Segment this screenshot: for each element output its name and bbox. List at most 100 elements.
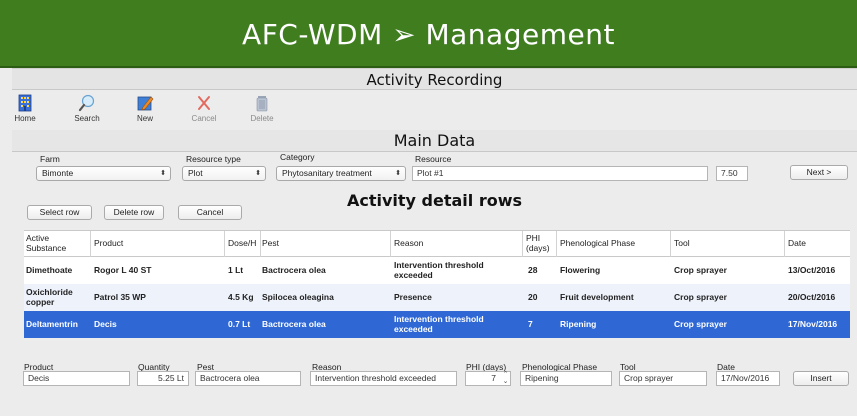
cell-phi: 20 xyxy=(528,291,538,302)
cell-product: Patrol 35 WP xyxy=(94,291,146,302)
table-row[interactable]: Dimethoate Rogor L 40 ST 1 Lt Bactrocera… xyxy=(24,257,850,284)
table-header: Active Substance Product Dose/H Pest Rea… xyxy=(24,231,850,257)
resource-field[interactable]: Plot #1 xyxy=(412,166,708,181)
updown-arrows-icon: ⬍ xyxy=(160,170,166,177)
new-button[interactable]: New xyxy=(120,92,170,123)
quantity-field[interactable]: 5.25 Lt xyxy=(137,371,189,386)
cell-phi: 28 xyxy=(528,264,538,275)
cell-reason: Presence xyxy=(394,291,432,302)
insert-button[interactable]: Insert xyxy=(793,371,849,386)
column-separator xyxy=(224,231,225,257)
main-data-title: Main Data xyxy=(12,130,857,152)
farm-value: Bimonte xyxy=(42,168,74,178)
toolbar: Home Search New Cancel Delete xyxy=(0,92,857,128)
column-separator xyxy=(90,231,91,257)
cell-reason: Intervention threshold exceeded xyxy=(394,313,484,334)
col-phi[interactable]: PHI (days) xyxy=(526,231,554,257)
select-row-button[interactable]: Select row xyxy=(27,205,92,220)
col-active-substance[interactable]: Active Substance xyxy=(26,231,88,257)
table-row-selected[interactable]: Deltamentrin Decis 0.7 Lt Bactrocera ole… xyxy=(24,311,850,338)
pest-field[interactable]: Bactrocera olea xyxy=(195,371,301,386)
cell-product: Decis xyxy=(94,318,117,329)
category-label: Category xyxy=(280,152,315,162)
stepper-up-icon[interactable]: ⌃ xyxy=(501,371,510,378)
column-separator xyxy=(670,231,671,257)
cell-phenological-phase: Fruit development xyxy=(560,291,634,302)
delete-label: Delete xyxy=(250,114,274,123)
product-field[interactable]: Decis xyxy=(23,371,130,386)
col-phenological-phase[interactable]: Phenological Phase xyxy=(560,231,670,257)
cell-phenological-phase: Ripening xyxy=(560,318,597,329)
activity-title: Activity Recording xyxy=(12,68,857,90)
cancel-button[interactable]: Cancel xyxy=(179,92,229,123)
resource-label: Resource xyxy=(415,154,452,164)
resource-type-select[interactable]: Plot ⬍ xyxy=(182,166,266,181)
cell-active-substance: Dimethoate xyxy=(26,264,73,275)
column-separator xyxy=(556,231,557,257)
cell-pest: Spilocea oleagina xyxy=(262,291,334,302)
x-icon xyxy=(194,94,214,112)
app-banner: AFC-WDM ➢ Management xyxy=(0,0,857,68)
home-label: Home xyxy=(14,114,36,123)
phi-stepper[interactable]: ⌃ ⌄ xyxy=(501,371,510,386)
cell-tool: Crop sprayer xyxy=(674,318,727,329)
table-row[interactable]: Oxichloride copper Patrol 35 WP 4.5 Kg S… xyxy=(24,284,850,311)
col-product[interactable]: Product xyxy=(94,231,224,257)
phase-field[interactable]: Ripening xyxy=(520,371,612,386)
cell-date: 17/Nov/2016 xyxy=(788,318,838,329)
date-field[interactable]: 17/Nov/2016 xyxy=(716,371,780,386)
building-icon xyxy=(15,94,35,112)
cell-tool: Crop sprayer xyxy=(674,291,727,302)
category-value: Phytosanitary treatment xyxy=(282,168,372,178)
app-window: Activity Recording Home Search New Cance… xyxy=(0,68,857,416)
cell-pest: Bactrocera olea xyxy=(262,264,326,275)
col-dose[interactable]: Dose/H xyxy=(228,231,260,257)
col-date[interactable]: Date xyxy=(788,231,848,257)
column-separator xyxy=(522,231,523,257)
tool-field[interactable]: Crop sprayer xyxy=(619,371,707,386)
cell-date: 13/Oct/2016 xyxy=(788,264,836,275)
home-button[interactable]: Home xyxy=(0,92,50,123)
updown-arrows-icon: ⬍ xyxy=(395,170,401,177)
col-tool[interactable]: Tool xyxy=(674,231,784,257)
detail-cancel-button[interactable]: Cancel xyxy=(178,205,242,220)
cell-dose: 0.7 Lt xyxy=(228,318,251,329)
column-separator xyxy=(390,231,391,257)
column-separator xyxy=(784,231,785,257)
cell-pest: Bactrocera olea xyxy=(262,318,326,329)
cell-dose: 4.5 Kg xyxy=(228,291,254,302)
pencil-icon xyxy=(135,94,155,112)
delete-button[interactable]: Delete xyxy=(237,92,287,123)
column-separator xyxy=(260,231,261,257)
cell-product: Rogor L 40 ST xyxy=(94,264,152,275)
cell-active-substance: Deltamentrin xyxy=(26,318,78,329)
area-field[interactable]: 7.50 xyxy=(716,166,748,181)
activity-table: Active Substance Product Dose/H Pest Rea… xyxy=(24,230,850,338)
next-button[interactable]: Next > xyxy=(790,165,848,180)
cell-active-substance: Oxichloride copper xyxy=(26,286,73,307)
stepper-down-icon[interactable]: ⌄ xyxy=(501,378,510,385)
col-pest[interactable]: Pest xyxy=(262,231,390,257)
col-reason[interactable]: Reason xyxy=(394,231,520,257)
updown-arrows-icon: ⬍ xyxy=(255,170,261,177)
resource-type-label: Resource type xyxy=(186,154,241,164)
app-title: AFC-WDM ➢ Management xyxy=(242,18,615,51)
farm-label: Farm xyxy=(40,154,60,164)
category-select[interactable]: Phytosanitary treatment ⬍ xyxy=(276,166,406,181)
cell-tool: Crop sprayer xyxy=(674,264,727,275)
trash-icon xyxy=(252,94,272,112)
search-label: Search xyxy=(74,114,100,123)
cancel-label: Cancel xyxy=(191,114,217,123)
delete-row-button[interactable]: Delete row xyxy=(104,205,164,220)
search-button[interactable]: Search xyxy=(62,92,112,123)
cell-phi: 7 xyxy=(528,318,533,329)
cell-phenological-phase: Flowering xyxy=(560,264,601,275)
resource-type-value: Plot xyxy=(188,168,203,178)
reason-field[interactable]: Intervention threshold exceeded xyxy=(310,371,457,386)
magnifier-icon xyxy=(77,94,97,112)
farm-select[interactable]: Bimonte ⬍ xyxy=(36,166,171,181)
new-label: New xyxy=(136,114,153,123)
cell-date: 20/Oct/2016 xyxy=(788,291,836,302)
cell-reason: Intervention threshold exceeded xyxy=(394,259,484,280)
cell-dose: 1 Lt xyxy=(228,264,244,275)
